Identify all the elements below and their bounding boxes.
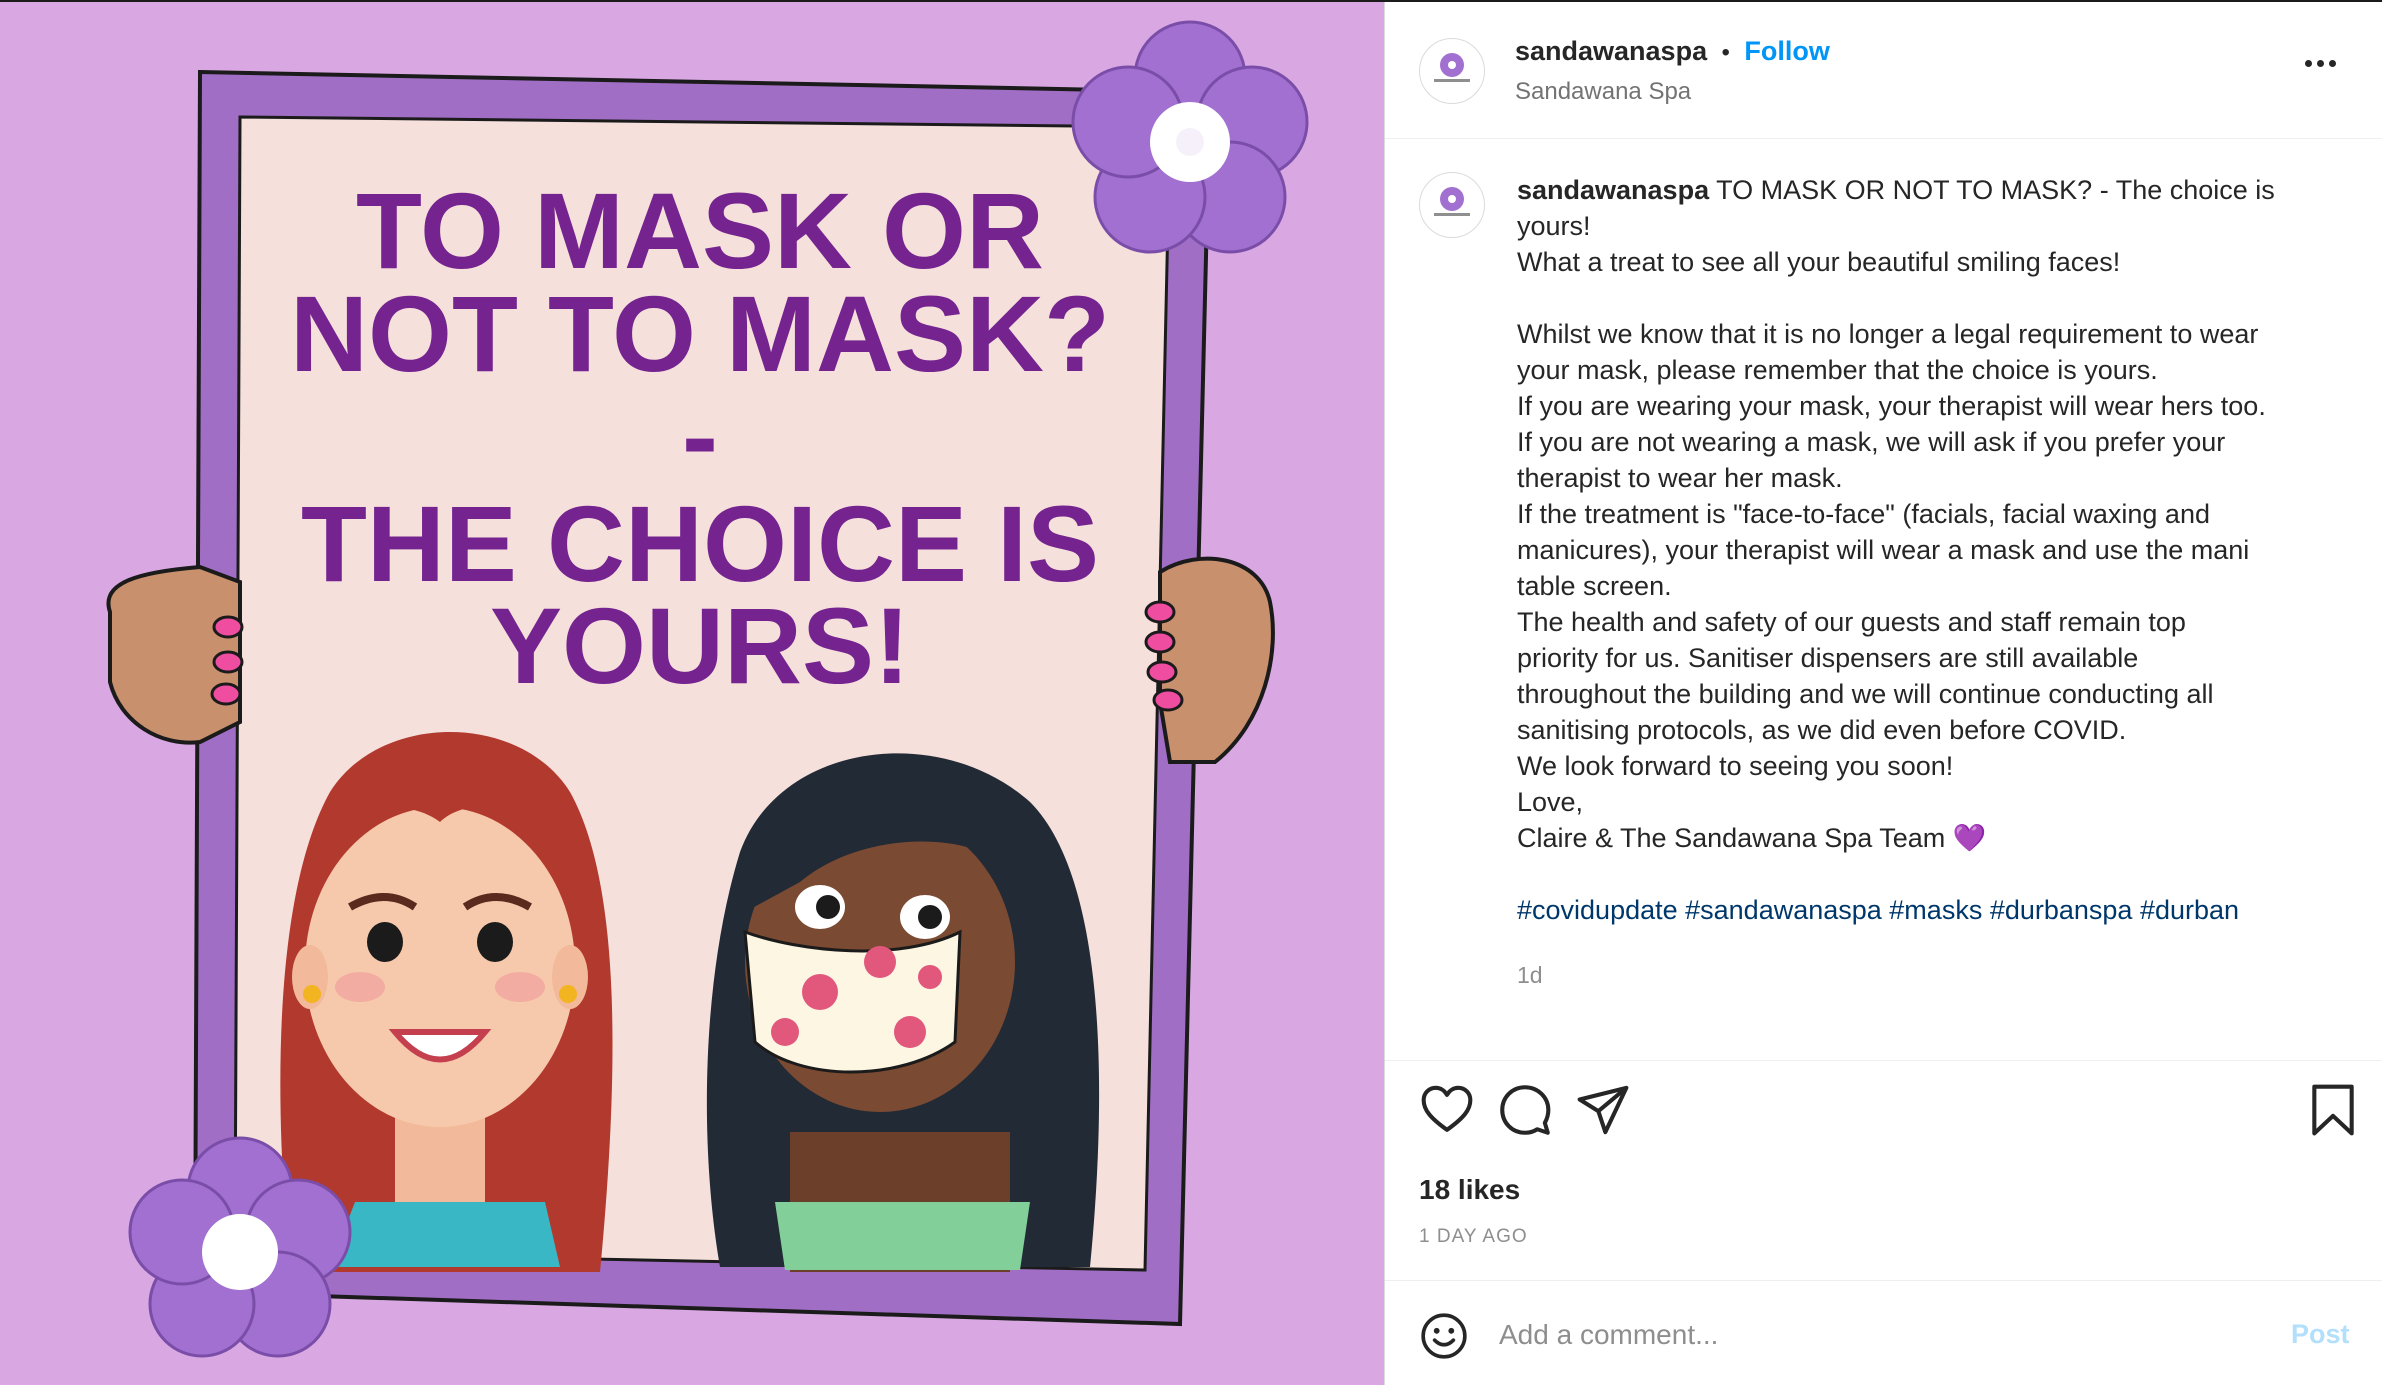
comment-icon[interactable]: [1497, 1082, 1553, 1138]
caption-line: If you are wearing your mask, your thera…: [1517, 391, 2266, 421]
caption-line: Love,: [1517, 787, 1584, 817]
follow-button[interactable]: Follow: [1744, 36, 1829, 66]
left-hand: [106, 564, 244, 745]
comment-input[interactable]: [1497, 1311, 2221, 1359]
post-side-panel: sandawanaspa • Follow Sandawana Spa sand…: [1384, 2, 2382, 1385]
comment-bar: Post: [1385, 1280, 2382, 1386]
caption-line: We look forward to seeing you soon!: [1517, 751, 1954, 781]
caption-line: therapist to wear her mask.: [1517, 463, 1843, 493]
right-hand: [1144, 556, 1275, 764]
caption-line: your mask, please remember that the choi…: [1517, 355, 2158, 385]
hashtags[interactable]: #covidupdate #sandawanaspa #masks #durba…: [1517, 892, 2347, 928]
heart-icon[interactable]: [1419, 1082, 1475, 1138]
smiley-icon[interactable]: [1419, 1311, 1469, 1361]
caption-line: The health and safety of our guests and …: [1517, 607, 2186, 637]
caption-avatar[interactable]: [1419, 172, 1485, 238]
header-separator: •: [1721, 39, 1730, 66]
caption-line: manicures), your therapist will wear a m…: [1517, 535, 2250, 565]
spa-logo-icon: [1434, 187, 1470, 216]
paper-plane-icon[interactable]: [1575, 1082, 1631, 1138]
header-subtitle[interactable]: Sandawana Spa: [1515, 78, 1691, 106]
more-options-icon[interactable]: [2305, 54, 2345, 74]
woman-dark-hair: [706, 753, 1100, 1272]
divider: [1385, 1060, 2382, 1061]
posted-time[interactable]: 1 DAY AGO: [1419, 1226, 1528, 1248]
action-bar: [1419, 1082, 2359, 1142]
caption-line: sanitising protocols, as we did even bef…: [1517, 715, 2127, 745]
caption-timestamp[interactable]: 1d: [1517, 962, 1543, 989]
post-caption: sandawanaspa TO MASK OR NOT TO MASK? - T…: [1517, 172, 2347, 928]
caption-line: If you are not wearing a mask, we will a…: [1517, 427, 2226, 457]
sign-line-5: YOURS!: [489, 585, 911, 706]
post-image: TO MASK OR NOT TO MASK? - THE CHOICE IS …: [0, 2, 1384, 1385]
sign-line-3: -: [682, 375, 718, 496]
header-username[interactable]: sandawanaspa: [1515, 36, 1707, 66]
avatar[interactable]: [1419, 38, 1485, 104]
caption-line: table screen.: [1517, 571, 1672, 601]
spa-logo-icon: [1434, 53, 1470, 82]
bookmark-icon[interactable]: [2305, 1082, 2361, 1138]
sign-line-4: THE CHOICE IS: [300, 483, 1100, 604]
caption-line: Whilst we know that it is no longer a le…: [1517, 319, 2259, 349]
post-header: sandawanaspa • Follow Sandawana Spa: [1385, 2, 2382, 139]
caption-line: TO MASK OR NOT TO MASK? - The choice is: [1716, 175, 2275, 205]
likes-count[interactable]: 18 likes: [1419, 1174, 1520, 1206]
sign-line-2: NOT TO MASK?: [290, 273, 1110, 394]
caption-line: Claire & The Sandawana Spa Team 💜: [1517, 823, 1987, 853]
post-comment-button[interactable]: Post: [2291, 1319, 2350, 1350]
sign-line-1: TO MASK OR: [355, 170, 1045, 291]
caption-line: What a treat to see all your beautiful s…: [1517, 247, 2121, 277]
caption-username[interactable]: sandawanaspa: [1517, 175, 1709, 205]
caption-line: yours!: [1517, 211, 1591, 241]
caption-line: priority for us. Sanitiser dispensers ar…: [1517, 643, 2139, 673]
mask: [743, 929, 962, 1074]
caption-line: If the treatment is "face-to-face" (faci…: [1517, 499, 2210, 529]
caption-line: throughout the building and we will cont…: [1517, 679, 2214, 709]
caption-line: [1517, 280, 2347, 316]
